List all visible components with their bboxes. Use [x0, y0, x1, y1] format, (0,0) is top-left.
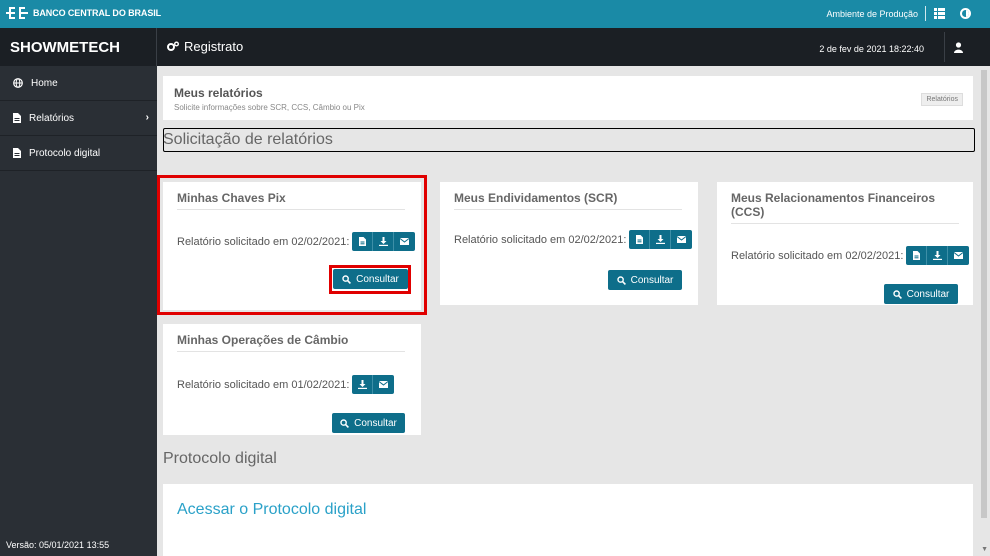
request-text: Relatório solicitado em 01/02/2021: — [177, 378, 350, 391]
consult-label: Consultar — [354, 417, 397, 429]
header-divider — [156, 28, 157, 66]
breadcrumb: Meus relatórios Solicite informações sob… — [163, 76, 973, 120]
email-button[interactable] — [948, 246, 969, 265]
org-name: BANCO CENTRAL DO BRASIL — [33, 8, 162, 18]
protocol-link[interactable]: Acessar o Protocolo digital — [177, 501, 366, 519]
card-relacionamentos-ccs: Meus Relacionamentos Financeiros (CCS) R… — [717, 182, 973, 305]
card-title: Meus Endividamentos (SCR) — [454, 191, 682, 210]
request-row: Relatório solicitado em 01/02/2021: — [177, 375, 395, 394]
view-report-button[interactable] — [906, 246, 928, 265]
sidebar: Home Relatórios › Protocolo digital Vers… — [0, 66, 157, 556]
consult-label: Consultar — [630, 274, 674, 286]
globe-icon — [13, 78, 23, 88]
brand-name[interactable]: SHOWMETECH — [10, 39, 120, 56]
request-text: Relatório solicitado em 02/02/2021: — [731, 249, 904, 262]
highlight-box-consult — [329, 265, 411, 294]
sidebar-item-home[interactable]: Home — [0, 66, 157, 101]
menu-grid-icon[interactable] — [934, 8, 945, 22]
page-header-title: Registrato — [167, 39, 243, 54]
current-datetime: 2 de fev de 2021 18:22:40 — [819, 44, 924, 54]
envelope-icon — [954, 252, 964, 259]
document-icon — [635, 235, 643, 244]
protocol-card: Acessar o Protocolo digital — [163, 484, 973, 556]
protocol-section-title: Protocolo digital — [163, 450, 277, 467]
consult-button[interactable]: Consultar — [608, 270, 682, 290]
card-operacoes-cambio: Minhas Operações de Câmbio Relatório sol… — [163, 324, 421, 435]
user-menu-button[interactable] — [944, 32, 972, 62]
download-icon — [932, 251, 942, 260]
user-icon — [954, 41, 963, 53]
card-endividamentos-scr: Meus Endividamentos (SCR) Relatório soli… — [440, 182, 698, 305]
envelope-icon — [379, 381, 389, 388]
search-icon — [340, 418, 350, 428]
document-icon — [13, 113, 21, 123]
app-header: SHOWMETECH Registrato 2 de fev de 2021 1… — [0, 28, 990, 66]
download-icon — [357, 380, 367, 389]
scroll-down-arrow-icon[interactable]: ▼ — [981, 546, 988, 553]
scrollbar[interactable]: ▼ — [977, 66, 990, 556]
scrollbar-thumb[interactable] — [981, 70, 987, 518]
request-row: Relatório solicitado em 02/02/2021: — [731, 246, 970, 265]
top-bar: BANCO CENTRAL DO BRASIL Ambiente de Prod… — [0, 0, 990, 28]
section-title-box: Solicitação de relatórios — [163, 128, 975, 152]
request-row: Relatório solicitado em 02/02/2021: — [454, 230, 693, 249]
consult-button[interactable]: Consultar — [884, 284, 958, 304]
download-button[interactable] — [927, 246, 949, 265]
download-icon — [655, 235, 665, 244]
contrast-toggle-icon[interactable] — [960, 8, 971, 19]
search-icon — [892, 289, 902, 299]
page-title: Meus relatórios — [174, 86, 263, 100]
chevron-right-icon: › — [145, 112, 149, 123]
breadcrumb-badge[interactable]: Relatórios — [921, 93, 963, 106]
topbar-divider — [925, 6, 926, 21]
sidebar-item-label: Home — [31, 77, 58, 89]
document-icon — [13, 148, 21, 158]
card-title: Minhas Operações de Câmbio — [177, 333, 405, 352]
bcb-logo-icon — [6, 7, 28, 19]
report-actions — [352, 375, 395, 394]
card-title: Meus Relacionamentos Financeiros (CCS) — [731, 191, 959, 224]
version-label: Versão: 05/01/2021 13:55 — [6, 540, 110, 550]
gears-icon — [167, 41, 179, 51]
sidebar-item-label: Relatórios — [29, 112, 75, 124]
download-button[interactable] — [352, 375, 374, 394]
search-icon — [616, 275, 626, 285]
report-actions — [906, 246, 970, 265]
sidebar-item-relatorios[interactable]: Relatórios › — [0, 101, 157, 136]
section-title: Solicitação de relatórios — [163, 131, 333, 148]
bcb-logo[interactable]: BANCO CENTRAL DO BRASIL — [6, 5, 161, 21]
document-icon — [912, 251, 920, 260]
report-actions — [629, 230, 693, 249]
download-button[interactable] — [650, 230, 672, 249]
environment-label: Ambiente de Produção — [826, 9, 918, 19]
email-button[interactable] — [373, 375, 394, 394]
request-text: Relatório solicitado em 02/02/2021: — [454, 233, 627, 246]
app-title: Registrato — [184, 39, 244, 54]
view-report-button[interactable] — [629, 230, 651, 249]
sidebar-item-protocolo-digital[interactable]: Protocolo digital — [0, 136, 157, 171]
envelope-icon — [677, 236, 687, 243]
sidebar-item-label: Protocolo digital — [29, 147, 101, 159]
email-button[interactable] — [671, 230, 692, 249]
highlight-box-card — [157, 175, 427, 315]
consult-button[interactable]: Consultar — [332, 413, 405, 433]
page-subtitle: Solicite informações sobre SCR, CCS, Câm… — [174, 103, 365, 112]
consult-label: Consultar — [906, 288, 950, 300]
